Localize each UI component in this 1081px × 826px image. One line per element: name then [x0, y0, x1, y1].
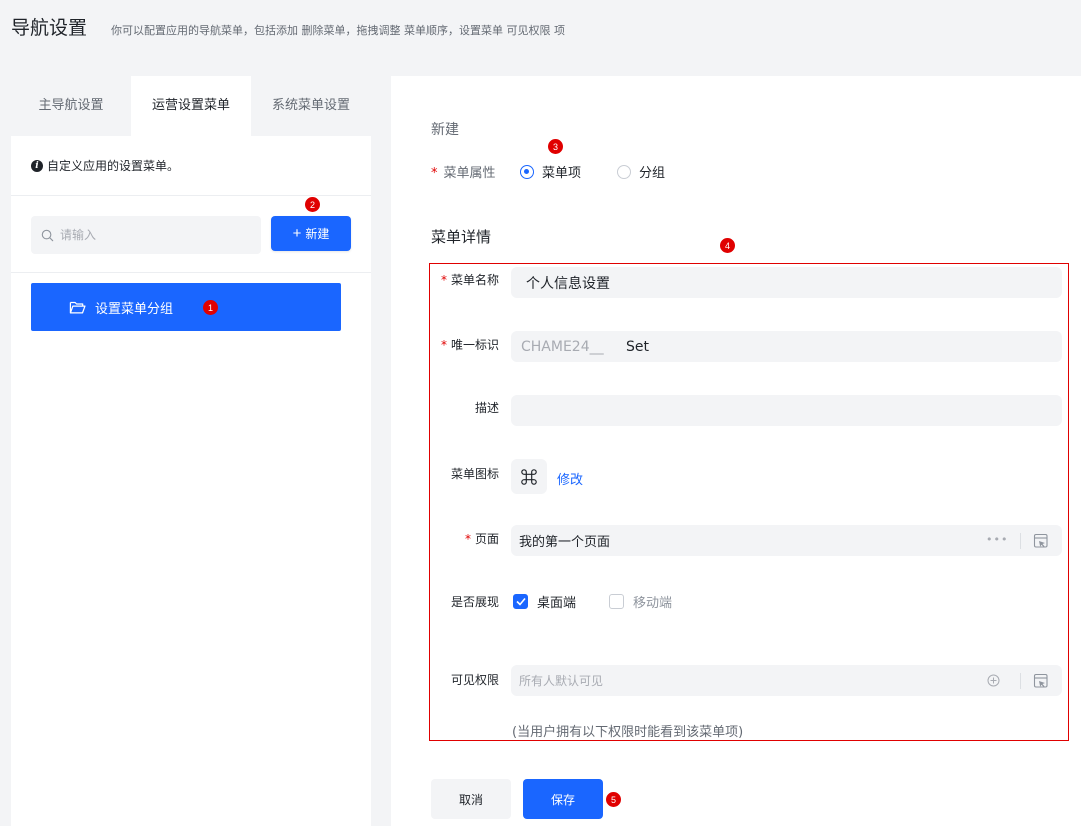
search-box[interactable]: [31, 216, 261, 254]
id-prefix: CHAME24__: [521, 338, 604, 355]
tab-operation-menu[interactable]: 运营设置菜单: [131, 76, 251, 136]
page-value: 我的第一个页面: [519, 535, 611, 550]
annotation-badge-3: 3: [548, 139, 563, 154]
radio-group-label: 分组: [639, 166, 666, 181]
description-label: 描述: [474, 401, 499, 415]
permission-select[interactable]: 所有人默认可见: [511, 665, 1062, 696]
left-panel: 主导航设置 运营设置菜单 系统菜单设置 i 自定义应用的设置菜单。 + 新建 设…: [11, 76, 371, 826]
checkbox-checked-icon: [513, 594, 528, 609]
page-label: * 页面: [464, 532, 499, 546]
radio-group[interactable]: 分组: [617, 162, 665, 181]
name-value: 个人信息设置: [526, 275, 610, 292]
annotation-badge-1: 1: [203, 300, 218, 315]
annotation-badge-5: 5: [606, 792, 621, 807]
section-title-new: 新建: [431, 122, 459, 138]
folder-open-icon: [69, 301, 86, 313]
icon-label: 菜单图标: [450, 467, 499, 481]
info-icon: i: [31, 159, 43, 172]
page-description: 你可以配置应用的导航菜单，包括添加 删除菜单，拖拽调整 菜单顺序，设置菜单 可见…: [111, 24, 565, 37]
display-label: 是否展现: [450, 595, 499, 609]
annotation-badge-4: 4: [720, 238, 735, 253]
radio-checked-icon: [520, 164, 534, 179]
id-label: * 唯一标识: [440, 338, 499, 352]
new-button-label: 新建: [305, 227, 330, 241]
icon-preview[interactable]: [511, 459, 547, 494]
tab-main-nav[interactable]: 主导航设置: [11, 76, 131, 136]
divider: [11, 272, 371, 273]
page-select[interactable]: 我的第一个页面: [511, 525, 1062, 556]
permission-label: 可见权限: [450, 673, 499, 687]
name-label: * 菜单名称: [440, 273, 499, 287]
menu-group-item[interactable]: 设置菜单分组: [31, 283, 341, 331]
new-menu-button[interactable]: + 新建: [271, 216, 351, 251]
page-select-icon[interactable]: [1033, 533, 1049, 549]
description-input[interactable]: [511, 395, 1062, 426]
checkbox-desktop-label: 桌面端: [537, 596, 577, 611]
separator: [1020, 533, 1021, 549]
plus-icon: +: [292, 225, 302, 242]
radio-menu-item-label: 菜单项: [542, 166, 582, 181]
checkbox-mobile[interactable]: 移动端: [609, 592, 672, 611]
menu-property-label: * 菜单属性: [431, 166, 496, 181]
id-input[interactable]: CHAME24__ Set: [511, 331, 1062, 362]
modify-icon-link[interactable]: 修改: [557, 469, 583, 488]
page-header: 导航设置 你可以配置应用的导航菜单，包括添加 删除菜单，拖拽调整 菜单顺序，设置…: [0, 0, 1081, 58]
cancel-button[interactable]: 取消: [431, 779, 511, 819]
checkbox-desktop[interactable]: 桌面端: [513, 592, 576, 611]
command-icon: [521, 468, 537, 485]
tab-system-menu[interactable]: 系统菜单设置: [251, 76, 371, 136]
add-circle-icon[interactable]: [987, 674, 1000, 687]
menu-group-label: 设置菜单分组: [95, 301, 174, 317]
checkbox-mobile-label: 移动端: [633, 596, 673, 611]
tab-bar: 主导航设置 运营设置菜单 系统菜单设置: [11, 76, 371, 136]
checkbox-unchecked-icon: [609, 594, 624, 609]
permission-placeholder: 所有人默认可见: [519, 674, 604, 688]
separator: [1020, 673, 1021, 689]
page-title: 导航设置: [11, 17, 88, 39]
permission-help-text: (当用户拥有以下权限时能看到该菜单项): [512, 725, 744, 740]
name-input[interactable]: 个人信息设置: [511, 267, 1062, 298]
more-icon[interactable]: •••: [986, 533, 1008, 546]
search-input[interactable]: [60, 228, 240, 242]
permission-select-icon[interactable]: [1033, 673, 1049, 689]
search-icon: [41, 229, 54, 241]
tip: i 自定义应用的设置菜单。: [31, 157, 179, 174]
divider: [11, 195, 371, 196]
detail-title: 菜单详情: [431, 228, 492, 246]
id-value: Set: [626, 338, 649, 355]
tip-text: 自定义应用的设置菜单。: [47, 159, 180, 173]
annotation-badge-2: 2: [305, 197, 320, 212]
radio-menu-item[interactable]: 菜单项: [520, 162, 581, 181]
radio-unchecked-icon: [617, 164, 631, 179]
save-button[interactable]: 保存: [523, 779, 603, 819]
